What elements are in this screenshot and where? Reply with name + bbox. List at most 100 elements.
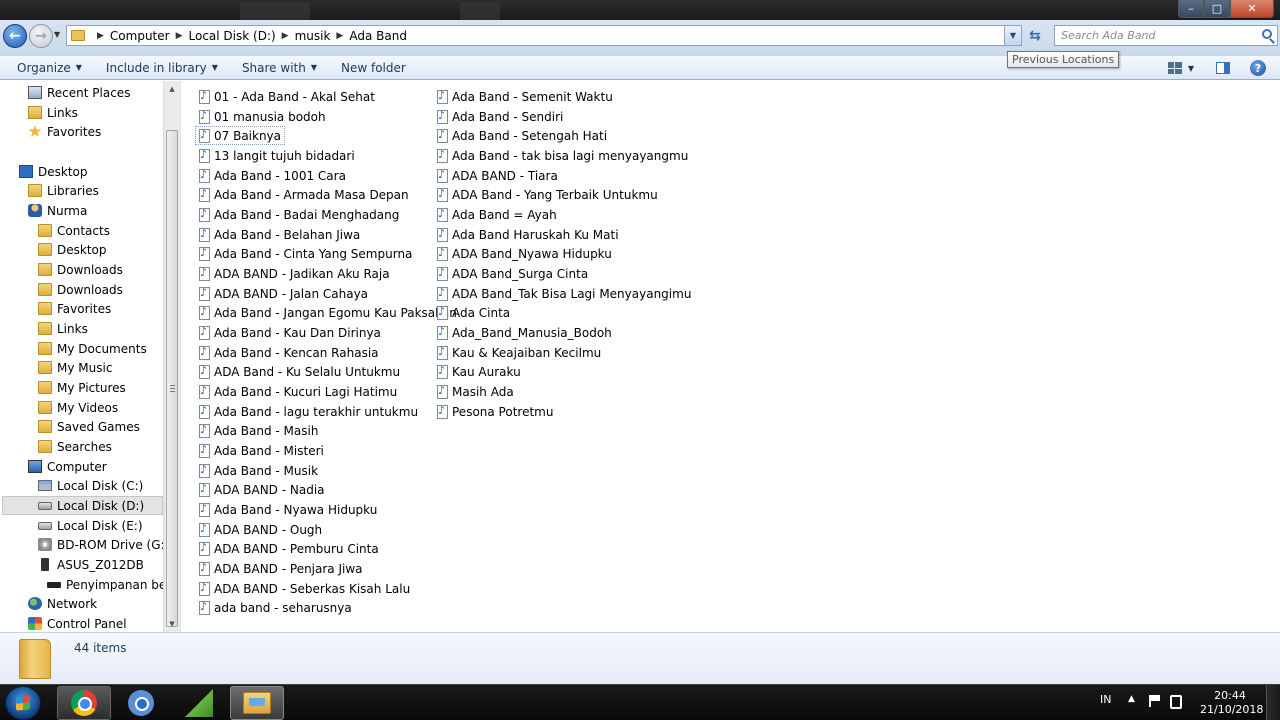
file-item[interactable]: Ada Band - Armada Masa Depan bbox=[199, 185, 412, 204]
file-item[interactable]: Ada Band - Belahan Jiwa bbox=[199, 225, 363, 244]
file-item[interactable]: ADA BAND - Nadia bbox=[199, 480, 328, 499]
preview-pane-icon[interactable] bbox=[1216, 62, 1230, 74]
file-item[interactable]: Pesona Potretmu bbox=[437, 402, 556, 421]
file-item[interactable]: ADA BAND - Jadikan Aku Raja bbox=[199, 264, 393, 283]
nav-item-desktop-folder[interactable]: Desktop bbox=[38, 240, 107, 259]
breadcrumb-local-disk-d[interactable]: Local Disk (D:) bbox=[189, 29, 276, 43]
scrollbar-thumb[interactable] bbox=[166, 130, 178, 627]
file-item[interactable]: Kau & Keajaiban Kecilmu bbox=[437, 343, 604, 362]
start-button[interactable] bbox=[5, 686, 41, 720]
file-item[interactable]: Ada Cinta bbox=[437, 303, 513, 322]
file-item[interactable]: Ada Band - Sendiri bbox=[437, 107, 566, 126]
nav-item-nurma[interactable]: Nurma bbox=[28, 201, 87, 220]
chevron-right-icon[interactable]: ▶ bbox=[176, 31, 183, 41]
nav-item-recent-places[interactable]: Recent Places bbox=[28, 83, 130, 102]
file-item[interactable]: ADA BAND - Tiara bbox=[437, 166, 561, 185]
file-item[interactable]: Ada Band Haruskah Ku Mati bbox=[437, 225, 622, 244]
nav-item-downloads[interactable]: Downloads bbox=[38, 260, 123, 279]
file-item[interactable]: 13 langit tujuh bidadari bbox=[199, 146, 358, 165]
change-view-icon[interactable] bbox=[1167, 62, 1182, 74]
file-item[interactable]: Ada Band = Ayah bbox=[437, 205, 560, 224]
navigation-scrollbar[interactable]: ▲ ▼ bbox=[163, 81, 180, 632]
file-item[interactable]: ADA BAND - Ough bbox=[199, 520, 325, 539]
nav-item-computer[interactable]: Computer bbox=[28, 457, 107, 476]
taskbar-green-app[interactable] bbox=[172, 686, 226, 720]
nav-item-downloads-2[interactable]: Downloads bbox=[38, 280, 123, 299]
file-item[interactable]: Ada Band - Cinta Yang Sempurna bbox=[199, 244, 415, 263]
file-item[interactable]: ADA BAND - Pemburu Cinta bbox=[199, 539, 382, 558]
file-item[interactable]: Ada Band - Nyawa Hidupku bbox=[199, 500, 380, 519]
navigation-pane[interactable]: Recent Places Links Favorites Desktop Li… bbox=[0, 81, 168, 632]
nav-item-searches[interactable]: Searches bbox=[38, 437, 112, 456]
recent-pages-dropdown[interactable]: ▼ bbox=[54, 30, 60, 39]
file-item[interactable]: Ada Band - 1001 Cara bbox=[199, 166, 349, 185]
search-input[interactable]: Search Ada Band bbox=[1054, 25, 1278, 46]
file-item[interactable]: ADA Band_Tak Bisa Lagi Menyayangimu bbox=[437, 284, 694, 303]
file-item[interactable]: Ada Band - lagu terakhir untukmu bbox=[199, 402, 421, 421]
new-folder-button[interactable]: New folder bbox=[329, 61, 418, 75]
taskbar-chrome[interactable] bbox=[57, 686, 111, 720]
nav-item-desktop[interactable]: Desktop bbox=[19, 162, 88, 181]
file-item[interactable]: Kau Auraku bbox=[437, 362, 524, 381]
file-item[interactable]: Ada Band - Kau Dan Dirinya bbox=[199, 323, 384, 342]
chevron-right-icon[interactable]: ▶ bbox=[97, 31, 104, 41]
file-item[interactable]: Ada Band - Kucuri Lagi Hatimu bbox=[199, 382, 400, 401]
nav-item-libraries[interactable]: Libraries bbox=[28, 181, 99, 200]
chevron-right-icon[interactable]: ▶ bbox=[336, 31, 343, 41]
nav-item-local-disk-c[interactable]: Local Disk (C:) bbox=[38, 476, 143, 495]
file-item[interactable]: Ada Band - Badai Menghadang bbox=[199, 205, 402, 224]
close-button[interactable]: ✕ bbox=[1230, 0, 1274, 18]
file-item[interactable]: Ada Band - Semenit Waktu bbox=[437, 87, 616, 106]
nav-item-network[interactable]: Network bbox=[28, 594, 97, 613]
share-with-menu[interactable]: Share with ▼ bbox=[230, 61, 329, 75]
battery-icon[interactable] bbox=[1170, 695, 1182, 709]
nav-item-local-disk-d[interactable]: Local Disk (D:) bbox=[2, 496, 163, 515]
file-item[interactable]: Ada Band - Masih bbox=[199, 421, 321, 440]
action-center-flag-icon[interactable] bbox=[1149, 695, 1161, 707]
file-item-focused[interactable]: 07 Baiknya bbox=[195, 126, 286, 145]
file-item[interactable]: Ada Band - Jangan Egomu Kau Paksakan bbox=[199, 303, 460, 322]
taskbar-file-explorer[interactable] bbox=[230, 686, 284, 720]
file-item[interactable]: ADA Band - Ku Selalu Untukmu bbox=[199, 362, 403, 381]
nav-item-my-pictures[interactable]: My Pictures bbox=[38, 378, 126, 397]
file-item[interactable]: 01 manusia bodoh bbox=[199, 107, 329, 126]
forward-button[interactable]: → bbox=[29, 24, 53, 48]
file-item[interactable]: ADA Band_Nyawa Hidupku bbox=[437, 244, 615, 263]
nav-item-asus-phone[interactable]: ASUS_Z012DB bbox=[38, 555, 144, 574]
file-item[interactable]: ADA BAND - Jalan Cahaya bbox=[199, 284, 371, 303]
breadcrumb-computer[interactable]: Computer bbox=[110, 29, 170, 43]
clock[interactable]: 20:44 21/10/2018 bbox=[1200, 689, 1263, 717]
file-item[interactable]: Ada_Band_Manusia_Bodoh bbox=[437, 323, 615, 342]
maximize-button[interactable]: □ bbox=[1204, 0, 1230, 18]
nav-item-favorites-folder[interactable]: Favorites bbox=[38, 299, 111, 318]
file-item[interactable]: Ada Band - tak bisa lagi menyayangmu bbox=[437, 146, 691, 165]
nav-item-contacts[interactable]: Contacts bbox=[38, 221, 110, 240]
address-bar[interactable]: ▶ Computer ▶ Local Disk (D:) ▶ musik ▶ A… bbox=[66, 25, 1022, 46]
refresh-button[interactable]: ⇆ bbox=[1024, 25, 1046, 46]
nav-item-shared-storage[interactable]: Penyimpanan bersa bbox=[47, 575, 168, 594]
nav-item-my-documents[interactable]: My Documents bbox=[38, 339, 147, 358]
address-dropdown-button[interactable]: ▼ bbox=[1004, 26, 1021, 45]
nav-item-local-disk-e[interactable]: Local Disk (E:) bbox=[38, 516, 143, 535]
chevron-right-icon[interactable]: ▶ bbox=[282, 31, 289, 41]
search-icon[interactable] bbox=[1262, 29, 1272, 39]
file-list[interactable]: 01 - Ada Band - Akal Sehat 01 manusia bo… bbox=[181, 81, 1280, 632]
view-options-dropdown[interactable]: ▼ bbox=[1188, 64, 1194, 73]
scroll-down-button[interactable]: ▼ bbox=[164, 616, 180, 632]
organize-menu[interactable]: Organize ▼ bbox=[0, 61, 94, 75]
file-item[interactable]: ADA BAND - Penjara Jiwa bbox=[199, 559, 366, 578]
language-indicator[interactable]: IN bbox=[1100, 693, 1111, 706]
file-item[interactable]: Ada Band - Musik bbox=[199, 461, 321, 480]
file-item[interactable]: Ada Band - Misteri bbox=[199, 441, 327, 460]
include-in-library-menu[interactable]: Include in library ▼ bbox=[94, 61, 230, 75]
breadcrumb-musik[interactable]: musik bbox=[295, 29, 331, 43]
file-item[interactable]: ada band - seharusnya bbox=[199, 598, 355, 617]
file-item[interactable]: Ada Band - Setengah Hati bbox=[437, 126, 610, 145]
nav-item-bd-rom-drive[interactable]: BD-ROM Drive (G:) bbox=[38, 535, 168, 554]
back-button[interactable]: ← bbox=[3, 24, 27, 48]
taskbar-chromium[interactable] bbox=[114, 686, 168, 720]
file-item[interactable]: Ada Band - Kencan Rahasia bbox=[199, 343, 382, 362]
file-item[interactable]: ADA Band_Surga Cinta bbox=[437, 264, 591, 283]
file-item[interactable]: ADA Band - Yang Terbaik Untukmu bbox=[437, 185, 661, 204]
file-item[interactable]: ADA BAND - Seberkas Kisah Lalu bbox=[199, 579, 413, 598]
